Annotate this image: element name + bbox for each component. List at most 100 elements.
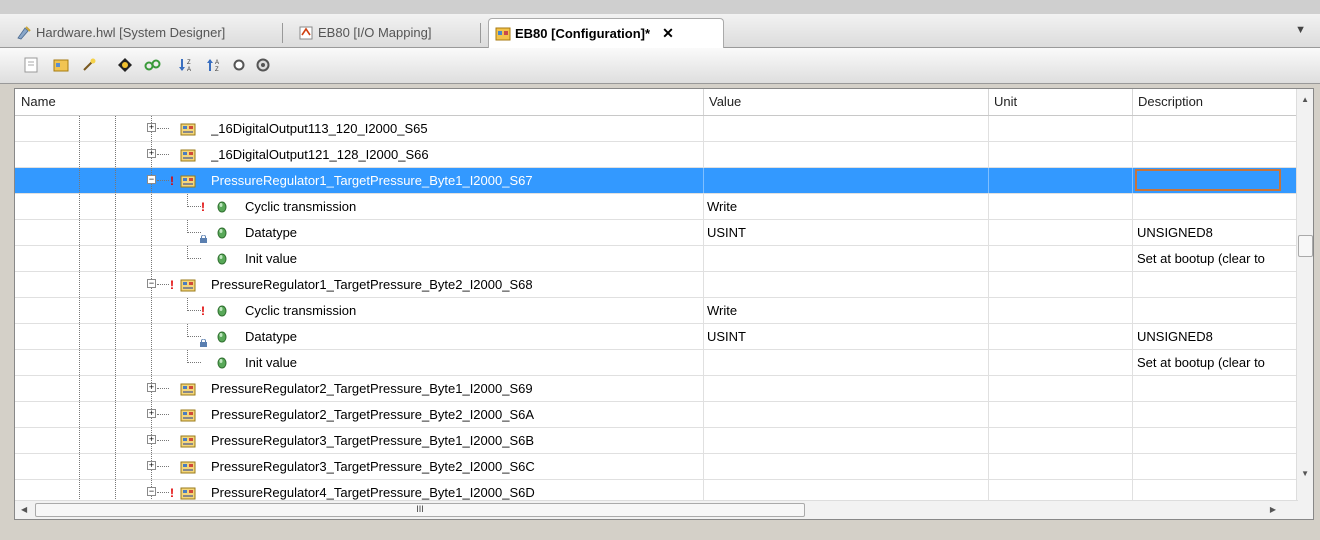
- description-cell[interactable]: Set at bootup (clear to: [1137, 350, 1283, 375]
- description-cell[interactable]: Set at bootup (clear to: [1137, 246, 1283, 271]
- link-icon[interactable]: [144, 56, 162, 74]
- tree-node-row[interactable]: + PressureRegulator2_TargetPressure_Byte2…: [15, 402, 1298, 428]
- tab-hardware-system-designer[interactable]: Hardware.hwl [System Designer]: [10, 18, 231, 47]
- tree-node-row[interactable]: + _16DigitalOutput113_120_I2000_S65: [15, 116, 1298, 142]
- description-cell[interactable]: [1137, 480, 1283, 502]
- sort-ascending-icon[interactable]: AZ: [204, 56, 222, 74]
- tree-node-row[interactable]: + PressureRegulator3_TargetPressure_Byte2…: [15, 454, 1298, 480]
- tree-node-row[interactable]: −! PressureRegulator1_TargetPressure_Byte…: [15, 168, 1298, 194]
- value-cell[interactable]: USINT: [707, 324, 983, 349]
- vertical-scroll-thumb[interactable]: [1298, 235, 1313, 257]
- unit-cell[interactable]: [992, 376, 1128, 401]
- scroll-grip: III: [416, 504, 424, 514]
- circle-icon[interactable]: [230, 56, 248, 74]
- tree-guide-line: [115, 168, 116, 193]
- collapse-icon[interactable]: −: [147, 175, 156, 184]
- description-cell[interactable]: [1137, 376, 1283, 401]
- value-cell[interactable]: USINT: [707, 220, 983, 245]
- collapse-icon[interactable]: −: [147, 487, 156, 496]
- expand-icon[interactable]: +: [147, 383, 156, 392]
- unit-cell[interactable]: [992, 402, 1128, 427]
- gear-circle-icon[interactable]: [254, 56, 272, 74]
- horizontal-scroll-thumb[interactable]: III: [35, 503, 805, 517]
- unit-cell[interactable]: [992, 298, 1128, 323]
- unit-cell[interactable]: [992, 480, 1128, 502]
- value-cell[interactable]: [707, 142, 983, 167]
- column-grid-line: [988, 298, 989, 323]
- unit-cell[interactable]: [992, 428, 1128, 453]
- column-header-value[interactable]: Value: [703, 89, 988, 115]
- svg-text:Z: Z: [187, 60, 191, 66]
- description-cell[interactable]: [1137, 428, 1283, 453]
- value-cell[interactable]: [707, 168, 983, 193]
- value-cell[interactable]: [707, 116, 983, 141]
- value-cell[interactable]: [707, 350, 983, 375]
- unit-cell[interactable]: [992, 324, 1128, 349]
- scroll-left-icon[interactable]: ◀: [21, 505, 27, 514]
- expand-icon[interactable]: +: [147, 409, 156, 418]
- vertical-scrollbar[interactable]: ▲ ▼: [1296, 89, 1313, 502]
- value-cell[interactable]: [707, 428, 983, 453]
- property-row[interactable]: Datatype USINT UNSIGNED8: [15, 324, 1298, 350]
- value-cell[interactable]: [707, 454, 983, 479]
- focused-description-cell[interactable]: [1135, 169, 1281, 191]
- property-row[interactable]: ! Cyclic transmission Write: [15, 194, 1298, 220]
- value-cell[interactable]: [707, 480, 983, 502]
- description-cell[interactable]: [1137, 272, 1283, 297]
- description-cell[interactable]: UNSIGNED8: [1137, 220, 1283, 245]
- property-row[interactable]: Init value Set at bootup (clear to: [15, 350, 1298, 376]
- column-header-description[interactable]: Description: [1132, 89, 1298, 115]
- unit-cell[interactable]: [992, 350, 1128, 375]
- expand-icon[interactable]: +: [147, 123, 156, 132]
- expand-icon[interactable]: +: [147, 461, 156, 470]
- tree-node-row[interactable]: + PressureRegulator2_TargetPressure_Byte1…: [15, 376, 1298, 402]
- description-cell[interactable]: [1137, 142, 1283, 167]
- collapse-icon[interactable]: −: [147, 279, 156, 288]
- value-cell[interactable]: [707, 246, 983, 271]
- tab-list-dropdown-icon[interactable]: ▼: [1295, 24, 1306, 36]
- property-row[interactable]: Datatype USINT UNSIGNED8: [15, 220, 1298, 246]
- value-cell[interactable]: Write: [707, 298, 983, 323]
- unit-cell[interactable]: [992, 142, 1128, 167]
- page-icon[interactable]: [22, 56, 40, 74]
- description-cell[interactable]: [1137, 454, 1283, 479]
- column-header-name[interactable]: Name: [15, 89, 703, 115]
- unit-cell[interactable]: [992, 168, 1128, 193]
- tab-io-mapping[interactable]: EB80 [I/O Mapping]: [292, 18, 437, 47]
- target-icon[interactable]: [116, 56, 134, 74]
- value-cell[interactable]: [707, 402, 983, 427]
- description-cell[interactable]: [1137, 194, 1283, 219]
- sort-descending-icon[interactable]: ZA: [176, 56, 194, 74]
- close-tab-icon[interactable]: ✕: [662, 25, 674, 42]
- unit-cell[interactable]: [992, 116, 1128, 141]
- tab-configuration[interactable]: EB80 [Configuration]* ✕: [488, 18, 724, 48]
- expand-icon[interactable]: +: [147, 149, 156, 158]
- tree-node-row[interactable]: + PressureRegulator3_TargetPressure_Byte1…: [15, 428, 1298, 454]
- unit-cell[interactable]: [992, 220, 1128, 245]
- description-cell[interactable]: [1137, 116, 1283, 141]
- scroll-right-icon[interactable]: ▶: [1270, 505, 1276, 514]
- unit-cell[interactable]: [992, 246, 1128, 271]
- tree-node-row[interactable]: −! PressureRegulator4_TargetPressure_Byte…: [15, 480, 1298, 502]
- description-cell[interactable]: [1137, 402, 1283, 427]
- tree-node-row[interactable]: + _16DigitalOutput121_128_I2000_S66: [15, 142, 1298, 168]
- horizontal-scrollbar[interactable]: ◀ III ▶: [15, 500, 1298, 519]
- expand-icon[interactable]: +: [147, 435, 156, 444]
- description-cell[interactable]: [1137, 298, 1283, 323]
- value-cell[interactable]: Write: [707, 194, 983, 219]
- property-row[interactable]: Init value Set at bootup (clear to: [15, 246, 1298, 272]
- unit-cell[interactable]: [992, 454, 1128, 479]
- io-mapping-icon: [299, 26, 313, 39]
- module-icon[interactable]: [52, 56, 70, 74]
- description-cell[interactable]: UNSIGNED8: [1137, 324, 1283, 349]
- property-row[interactable]: ! Cyclic transmission Write: [15, 298, 1298, 324]
- unit-cell[interactable]: [992, 272, 1128, 297]
- tree-node-row[interactable]: −! PressureRegulator1_TargetPressure_Byte…: [15, 272, 1298, 298]
- scroll-down-icon[interactable]: ▼: [1301, 469, 1309, 478]
- unit-cell[interactable]: [992, 194, 1128, 219]
- wand-icon[interactable]: [80, 56, 98, 74]
- column-header-unit[interactable]: Unit: [988, 89, 1132, 115]
- scroll-up-icon[interactable]: ▲: [1301, 95, 1309, 104]
- value-cell[interactable]: [707, 272, 983, 297]
- value-cell[interactable]: [707, 376, 983, 401]
